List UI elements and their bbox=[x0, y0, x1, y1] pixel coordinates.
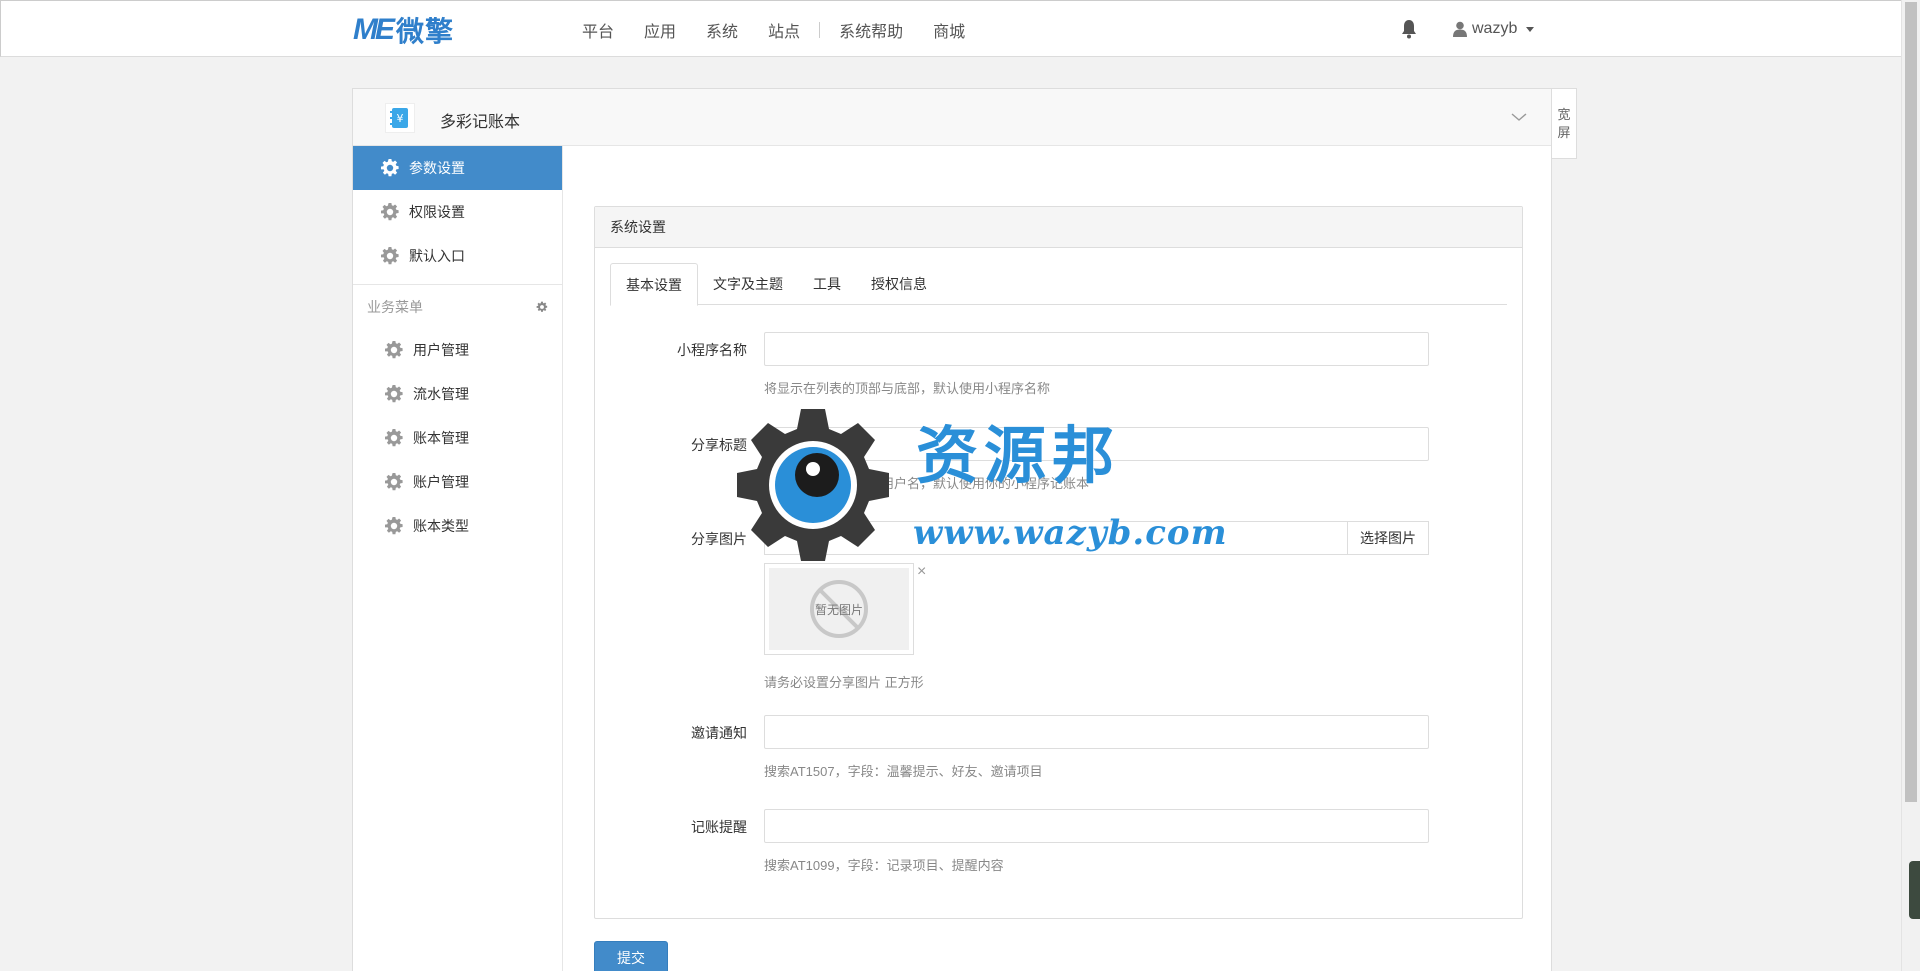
select-image-button[interactable]: 选择图片 bbox=[1347, 521, 1429, 555]
app-name-input[interactable] bbox=[764, 332, 1429, 366]
invite-notice-input[interactable] bbox=[764, 715, 1429, 749]
gear-icon bbox=[385, 517, 403, 535]
share-image-input[interactable] bbox=[764, 521, 1347, 555]
bell-icon[interactable] bbox=[1401, 19, 1417, 39]
sidebar-item-permissions[interactable]: 权限设置 bbox=[353, 190, 562, 234]
sidebar-item-label: 账本类型 bbox=[413, 518, 469, 534]
wide-screen-toggle[interactable]: 宽 屏 bbox=[1552, 88, 1577, 159]
logo[interactable]: ME 微擎 bbox=[353, 13, 454, 47]
sidebar-item-label: 用户管理 bbox=[413, 342, 469, 358]
sidebar-item-label: 默认入口 bbox=[409, 248, 465, 264]
share-title-help: 用用户昵称代替户的用户名，默认使用你的小程序记账本 bbox=[764, 476, 1090, 491]
sidebar-item-book-types[interactable]: 账本类型 bbox=[353, 504, 562, 548]
gear-icon bbox=[385, 385, 403, 403]
user-icon bbox=[1453, 21, 1467, 37]
record-reminder-input[interactable] bbox=[764, 809, 1429, 843]
share-title-label: 分享标题 bbox=[691, 437, 747, 453]
sidebar-group-business: 业务菜单 bbox=[353, 284, 562, 328]
app-icon: ¥ bbox=[385, 103, 415, 133]
caret-down-icon bbox=[1526, 26, 1535, 32]
chevron-down-icon[interactable] bbox=[1511, 109, 1527, 125]
logo-mark: ME bbox=[353, 13, 395, 46]
gear-icon bbox=[385, 341, 403, 359]
gear-icon bbox=[381, 247, 399, 265]
card-title: 系统设置 bbox=[595, 207, 1522, 248]
sidebar-item-label: 账本管理 bbox=[413, 430, 469, 446]
share-image-group: 选择图片 bbox=[764, 521, 1429, 555]
main-nav: 平台 应用 系统 站点 系统帮助 商城 bbox=[567, 1, 980, 58]
invite-notice-label: 邀请通知 bbox=[691, 725, 747, 741]
edge-widget[interactable] bbox=[1909, 861, 1920, 919]
app-name-label: 小程序名称 bbox=[677, 342, 747, 358]
sidebar-item-books[interactable]: 账本管理 bbox=[353, 416, 562, 460]
svg-text:¥: ¥ bbox=[397, 112, 404, 125]
sidebar-item-flows[interactable]: 流水管理 bbox=[353, 372, 562, 416]
image-preview: 暂无图片 bbox=[764, 563, 914, 655]
username: wazyb bbox=[1472, 20, 1518, 37]
sidebar-item-label: 权限设置 bbox=[409, 204, 465, 220]
sidebar-item-accounts[interactable]: 账户管理 bbox=[353, 460, 562, 504]
share-image-label: 分享图片 bbox=[691, 531, 747, 547]
nav-apps[interactable]: 应用 bbox=[629, 18, 691, 42]
nav-platform[interactable]: 平台 bbox=[567, 18, 629, 42]
wide-toggle-char-2: 屏 bbox=[1557, 124, 1571, 140]
tab-text-theme[interactable]: 文字及主题 bbox=[698, 263, 798, 305]
app-title: 多彩记账本 bbox=[440, 114, 521, 131]
no-image-label: 暂无图片 bbox=[814, 602, 863, 617]
nav-store[interactable]: 商城 bbox=[918, 18, 980, 42]
logo-text: 微擎 bbox=[396, 16, 455, 47]
settings-card: 系统设置 基本设置 文字及主题 工具 授权信息 小程序名称 将显示在列表的顶部与… bbox=[594, 206, 1523, 919]
share-image-help: 请务必设置分享图片 正方形 bbox=[764, 675, 924, 690]
sidebar-item-label: 账户管理 bbox=[413, 474, 469, 490]
close-icon[interactable]: × bbox=[917, 563, 926, 581]
sidebar: 参数设置 权限设置 默认入口 业务菜单 用户管理 流水管理 账本管理 账户管理 … bbox=[353, 146, 563, 971]
sidebar-item-label: 流水管理 bbox=[413, 386, 469, 402]
sidebar-item-default-entry[interactable]: 默认入口 bbox=[353, 234, 562, 278]
gear-icon bbox=[381, 159, 399, 177]
module-panel: ¥ 多彩记账本 参数设置 权限设置 默认入口 业务菜单 用户管理 流水管理 账本… bbox=[352, 88, 1552, 971]
wallet-icon: ¥ bbox=[390, 108, 408, 128]
settings-tabs: 基本设置 文字及主题 工具 授权信息 bbox=[610, 263, 1507, 306]
nav-help[interactable]: 系统帮助 bbox=[824, 18, 918, 42]
submit-button[interactable]: 提交 bbox=[594, 941, 668, 971]
scrollbar-thumb[interactable] bbox=[1905, 2, 1917, 802]
sidebar-item-params[interactable]: 参数设置 bbox=[353, 146, 562, 190]
tab-tools[interactable]: 工具 bbox=[798, 263, 856, 305]
tab-license[interactable]: 授权信息 bbox=[856, 263, 942, 305]
nav-divider bbox=[819, 21, 821, 38]
sidebar-item-label: 参数设置 bbox=[409, 160, 465, 176]
sidebar-group-label: 业务菜单 bbox=[367, 298, 423, 315]
record-reminder-label: 记账提醒 bbox=[691, 819, 747, 835]
nav-site[interactable]: 站点 bbox=[753, 18, 815, 42]
page-scrollbar[interactable] bbox=[1901, 0, 1920, 971]
user-menu[interactable]: wazyb bbox=[1453, 17, 1535, 41]
gear-icon bbox=[385, 429, 403, 447]
app-name-help: 将显示在列表的顶部与底部，默认使用小程序名称 bbox=[764, 381, 1051, 396]
tab-basic[interactable]: 基本设置 bbox=[610, 263, 698, 306]
invite-notice-help: 搜索AT1507，字段：温馨提示、好友、邀请项目 bbox=[764, 764, 1043, 779]
top-navbar: ME 微擎 平台 应用 系统 站点 系统帮助 商城 wazyb bbox=[0, 0, 1901, 57]
nav-system[interactable]: 系统 bbox=[691, 18, 753, 42]
share-title-input[interactable] bbox=[764, 427, 1429, 461]
record-reminder-help: 搜索AT1099，字段：记录项目、提醒内容 bbox=[764, 858, 1004, 873]
wide-toggle-char-1: 宽 bbox=[1557, 106, 1571, 122]
gear-icon bbox=[381, 203, 399, 221]
panel-header: ¥ 多彩记账本 bbox=[353, 89, 1551, 146]
sidebar-item-users[interactable]: 用户管理 bbox=[353, 328, 562, 372]
gear-icon bbox=[385, 473, 403, 491]
gear-icon[interactable] bbox=[536, 301, 548, 313]
